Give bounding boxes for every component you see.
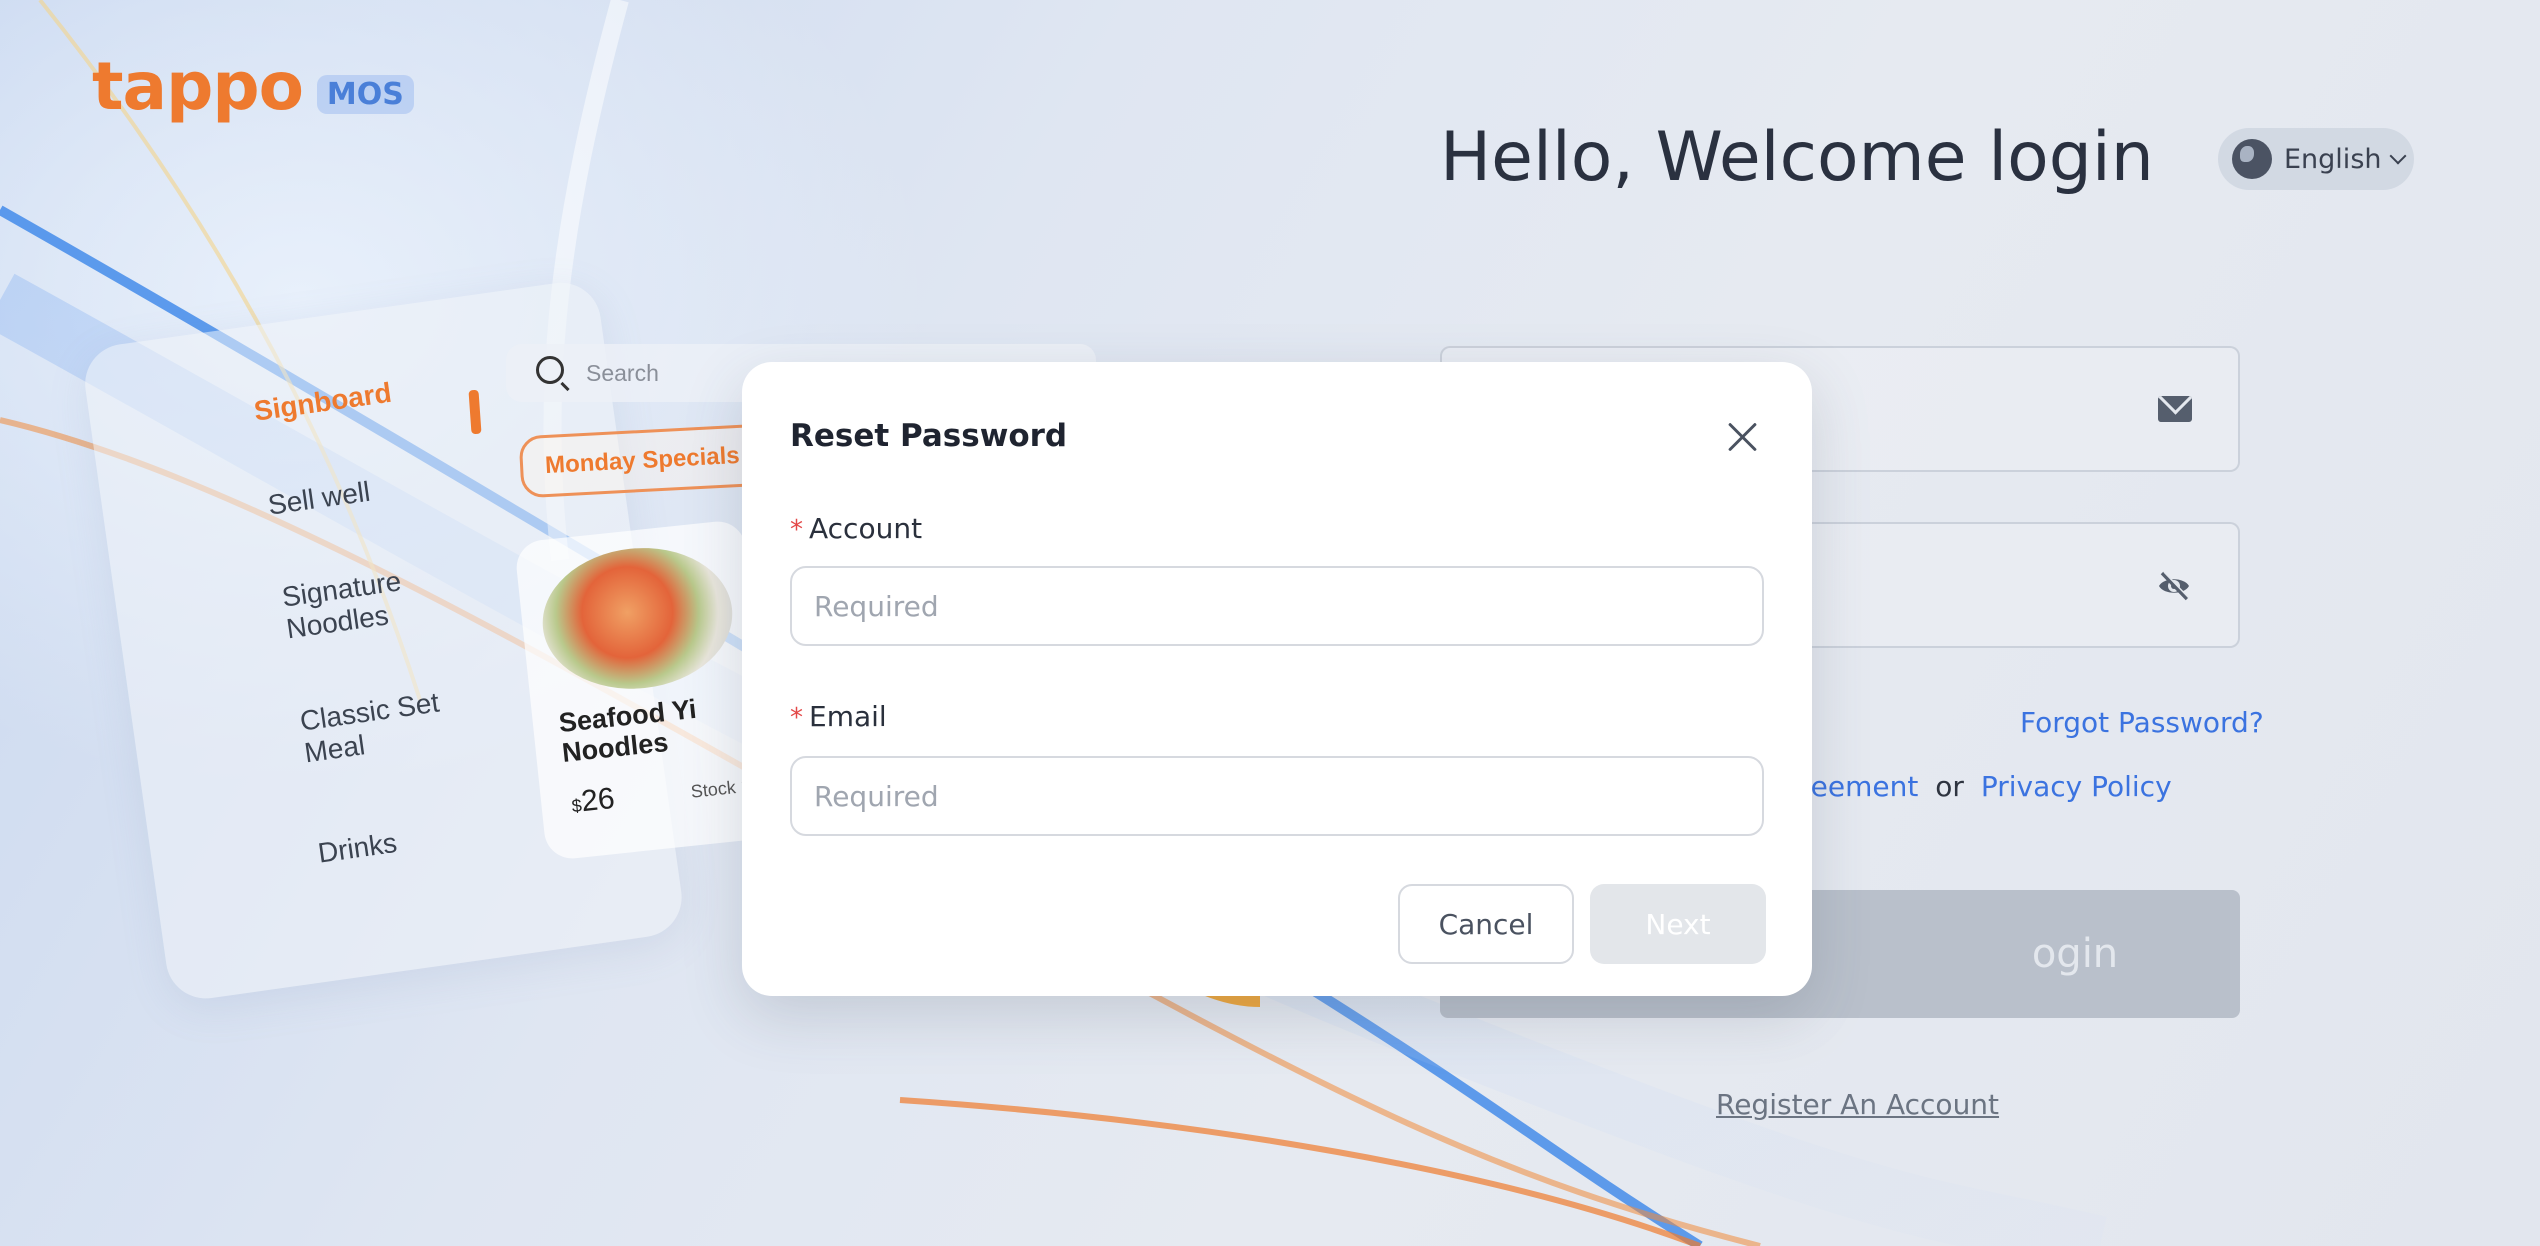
privacy-policy-link[interactable]: Privacy Policy <box>1981 770 2172 803</box>
brand-name: tappo <box>92 48 304 125</box>
register-account-link[interactable]: Register An Account <box>1716 1088 1999 1121</box>
next-button[interactable]: Next <box>1590 884 1766 964</box>
required-marker: * <box>790 703 803 733</box>
close-icon[interactable] <box>1724 418 1760 454</box>
language-label: English <box>2284 143 2382 175</box>
brand-logo: tappo MOS <box>92 54 414 120</box>
email-label-text: Email <box>809 700 887 733</box>
food-price-value: 26 <box>579 781 617 819</box>
mail-icon <box>2158 396 2192 422</box>
search-icon <box>536 356 564 384</box>
decorative-food-card: Seafood Yi Noodles $26 Stock 1 <box>513 518 777 862</box>
account-input[interactable] <box>790 566 1764 646</box>
brand-sub-badge: MOS <box>316 75 414 114</box>
email-label: * Email <box>790 700 887 733</box>
decorative-special-tag: Monday Specials <box>518 423 767 499</box>
forgot-password-link[interactable]: Forgot Password? <box>2020 706 2264 739</box>
language-selector[interactable]: English <box>2218 128 2414 190</box>
eye-off-icon[interactable] <box>2156 568 2192 604</box>
food-price: $26 <box>570 782 617 820</box>
decorative-search-placeholder: Search <box>586 360 659 386</box>
agreement-line: greement or Privacy Policy <box>1782 770 2172 803</box>
chevron-down-icon <box>2389 147 2406 165</box>
account-label-text: Account <box>809 512 923 545</box>
agreement-or: or <box>1935 770 1964 803</box>
food-image <box>535 538 740 698</box>
reset-password-modal: Reset Password *Account *Email Cancel Ne… <box>742 362 1812 996</box>
globe-icon <box>2232 139 2272 179</box>
required-marker: * <box>790 515 803 545</box>
login-button-label: ogin <box>2031 931 2119 977</box>
modal-title: Reset Password <box>790 418 1068 454</box>
food-name: Seafood Yi Noodles <box>557 693 698 768</box>
email-input[interactable] <box>790 756 1764 836</box>
page-title: Hello, Welcome login <box>1440 118 2154 197</box>
cancel-button[interactable]: Cancel <box>1398 884 1574 964</box>
account-label: * Account <box>790 512 922 545</box>
